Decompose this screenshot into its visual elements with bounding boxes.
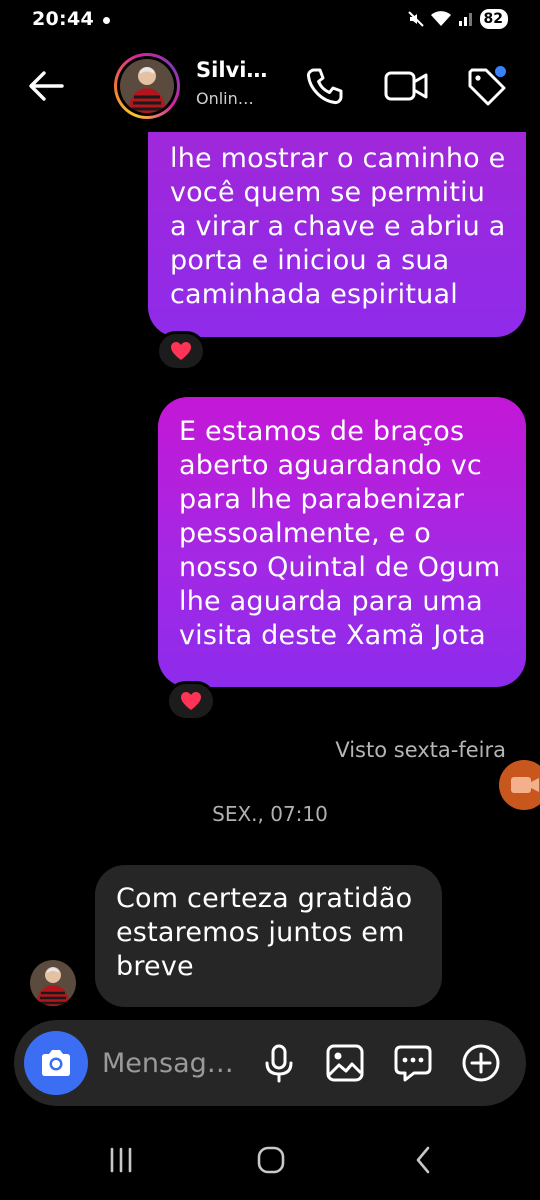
contact-status: Onlin…	[196, 89, 254, 108]
recent-apps-icon	[110, 1147, 132, 1173]
camera-icon	[42, 1050, 70, 1076]
message-line: para lhe parabenizar	[179, 484, 465, 515]
home-button[interactable]	[246, 1140, 296, 1180]
video-call-button[interactable]	[382, 62, 430, 110]
battery-level: 82	[483, 11, 503, 27]
status-time: 20:44	[32, 8, 94, 30]
status-bar: 20:44 82	[0, 0, 540, 40]
voice-call-button[interactable]	[300, 62, 348, 110]
outgoing-message[interactable]: E estamos de braços aberto aguardando vc…	[158, 397, 526, 687]
message-line: nosso Quintal de Ogum	[179, 552, 501, 583]
message-line: aberto aguardando vc	[179, 450, 482, 481]
gallery-icon	[326, 1044, 364, 1082]
voice-message-button[interactable]	[258, 1042, 300, 1084]
message-line: pessoalmente, e o	[179, 518, 431, 549]
gallery-button[interactable]	[324, 1042, 366, 1084]
system-nav-bar	[0, 1120, 540, 1200]
message-line: E estamos de braços	[179, 416, 465, 447]
chat-header: Silvi… Onlin…	[0, 40, 540, 132]
contact-name[interactable]: Silvi…	[196, 58, 267, 82]
heart-icon	[171, 342, 191, 360]
message-line: visita deste Xamã Jota	[179, 620, 486, 651]
home-icon	[257, 1146, 285, 1174]
back-arrow-icon	[29, 71, 64, 101]
more-options-button[interactable]	[460, 1042, 502, 1084]
status-icons: 82	[407, 9, 508, 29]
incoming-message[interactable]: Com certeza gratidão estaremos juntos em…	[95, 865, 442, 1007]
message-line: lhe aguarda para uma	[179, 586, 483, 617]
wifi-icon	[430, 11, 451, 26]
recent-apps-button[interactable]	[96, 1140, 146, 1180]
microphone-icon	[265, 1044, 293, 1083]
tag-notification-dot	[495, 66, 506, 77]
mute-icon	[407, 11, 424, 27]
message-line: caminhada espiritual	[170, 279, 458, 310]
plus-icon	[462, 1044, 500, 1082]
message-line: breve	[116, 951, 194, 982]
message-line: porta e iniciou a sua	[170, 245, 450, 276]
message-line: Com certeza gratidão	[116, 883, 413, 914]
contact-avatar[interactable]	[114, 53, 180, 119]
video-camera-icon	[384, 71, 428, 101]
tags-button[interactable]	[462, 62, 510, 110]
avatar-image	[120, 59, 174, 113]
message-composer	[14, 1020, 526, 1106]
outgoing-message[interactable]: lhe mostrar o caminho e você quem se per…	[148, 110, 526, 337]
seen-status: Visto sexta-feira	[335, 738, 506, 762]
sender-avatar[interactable]	[30, 960, 76, 1006]
signal-icon	[458, 13, 472, 26]
battery-icon: 82	[479, 9, 508, 29]
notification-dot	[103, 17, 110, 24]
message-line: lhe mostrar o caminho e	[170, 143, 506, 174]
back-button[interactable]	[22, 62, 70, 110]
system-back-button[interactable]	[398, 1140, 448, 1180]
message-timestamp: SEX., 07:10	[212, 802, 328, 826]
message-line: você quem se permitiu	[170, 177, 486, 208]
message-line: estaremos juntos em	[116, 917, 405, 948]
heart-icon	[181, 692, 201, 710]
chevron-left-icon	[416, 1146, 430, 1174]
phone-icon	[306, 68, 343, 105]
sticker-icon	[394, 1045, 432, 1082]
message-input[interactable]	[102, 1042, 242, 1084]
message-line: a virar a chave e abriu a	[170, 211, 506, 242]
camera-button[interactable]	[24, 1031, 88, 1095]
heart-reaction[interactable]	[166, 681, 216, 721]
heart-reaction[interactable]	[156, 331, 206, 371]
sticker-button[interactable]	[392, 1042, 434, 1084]
